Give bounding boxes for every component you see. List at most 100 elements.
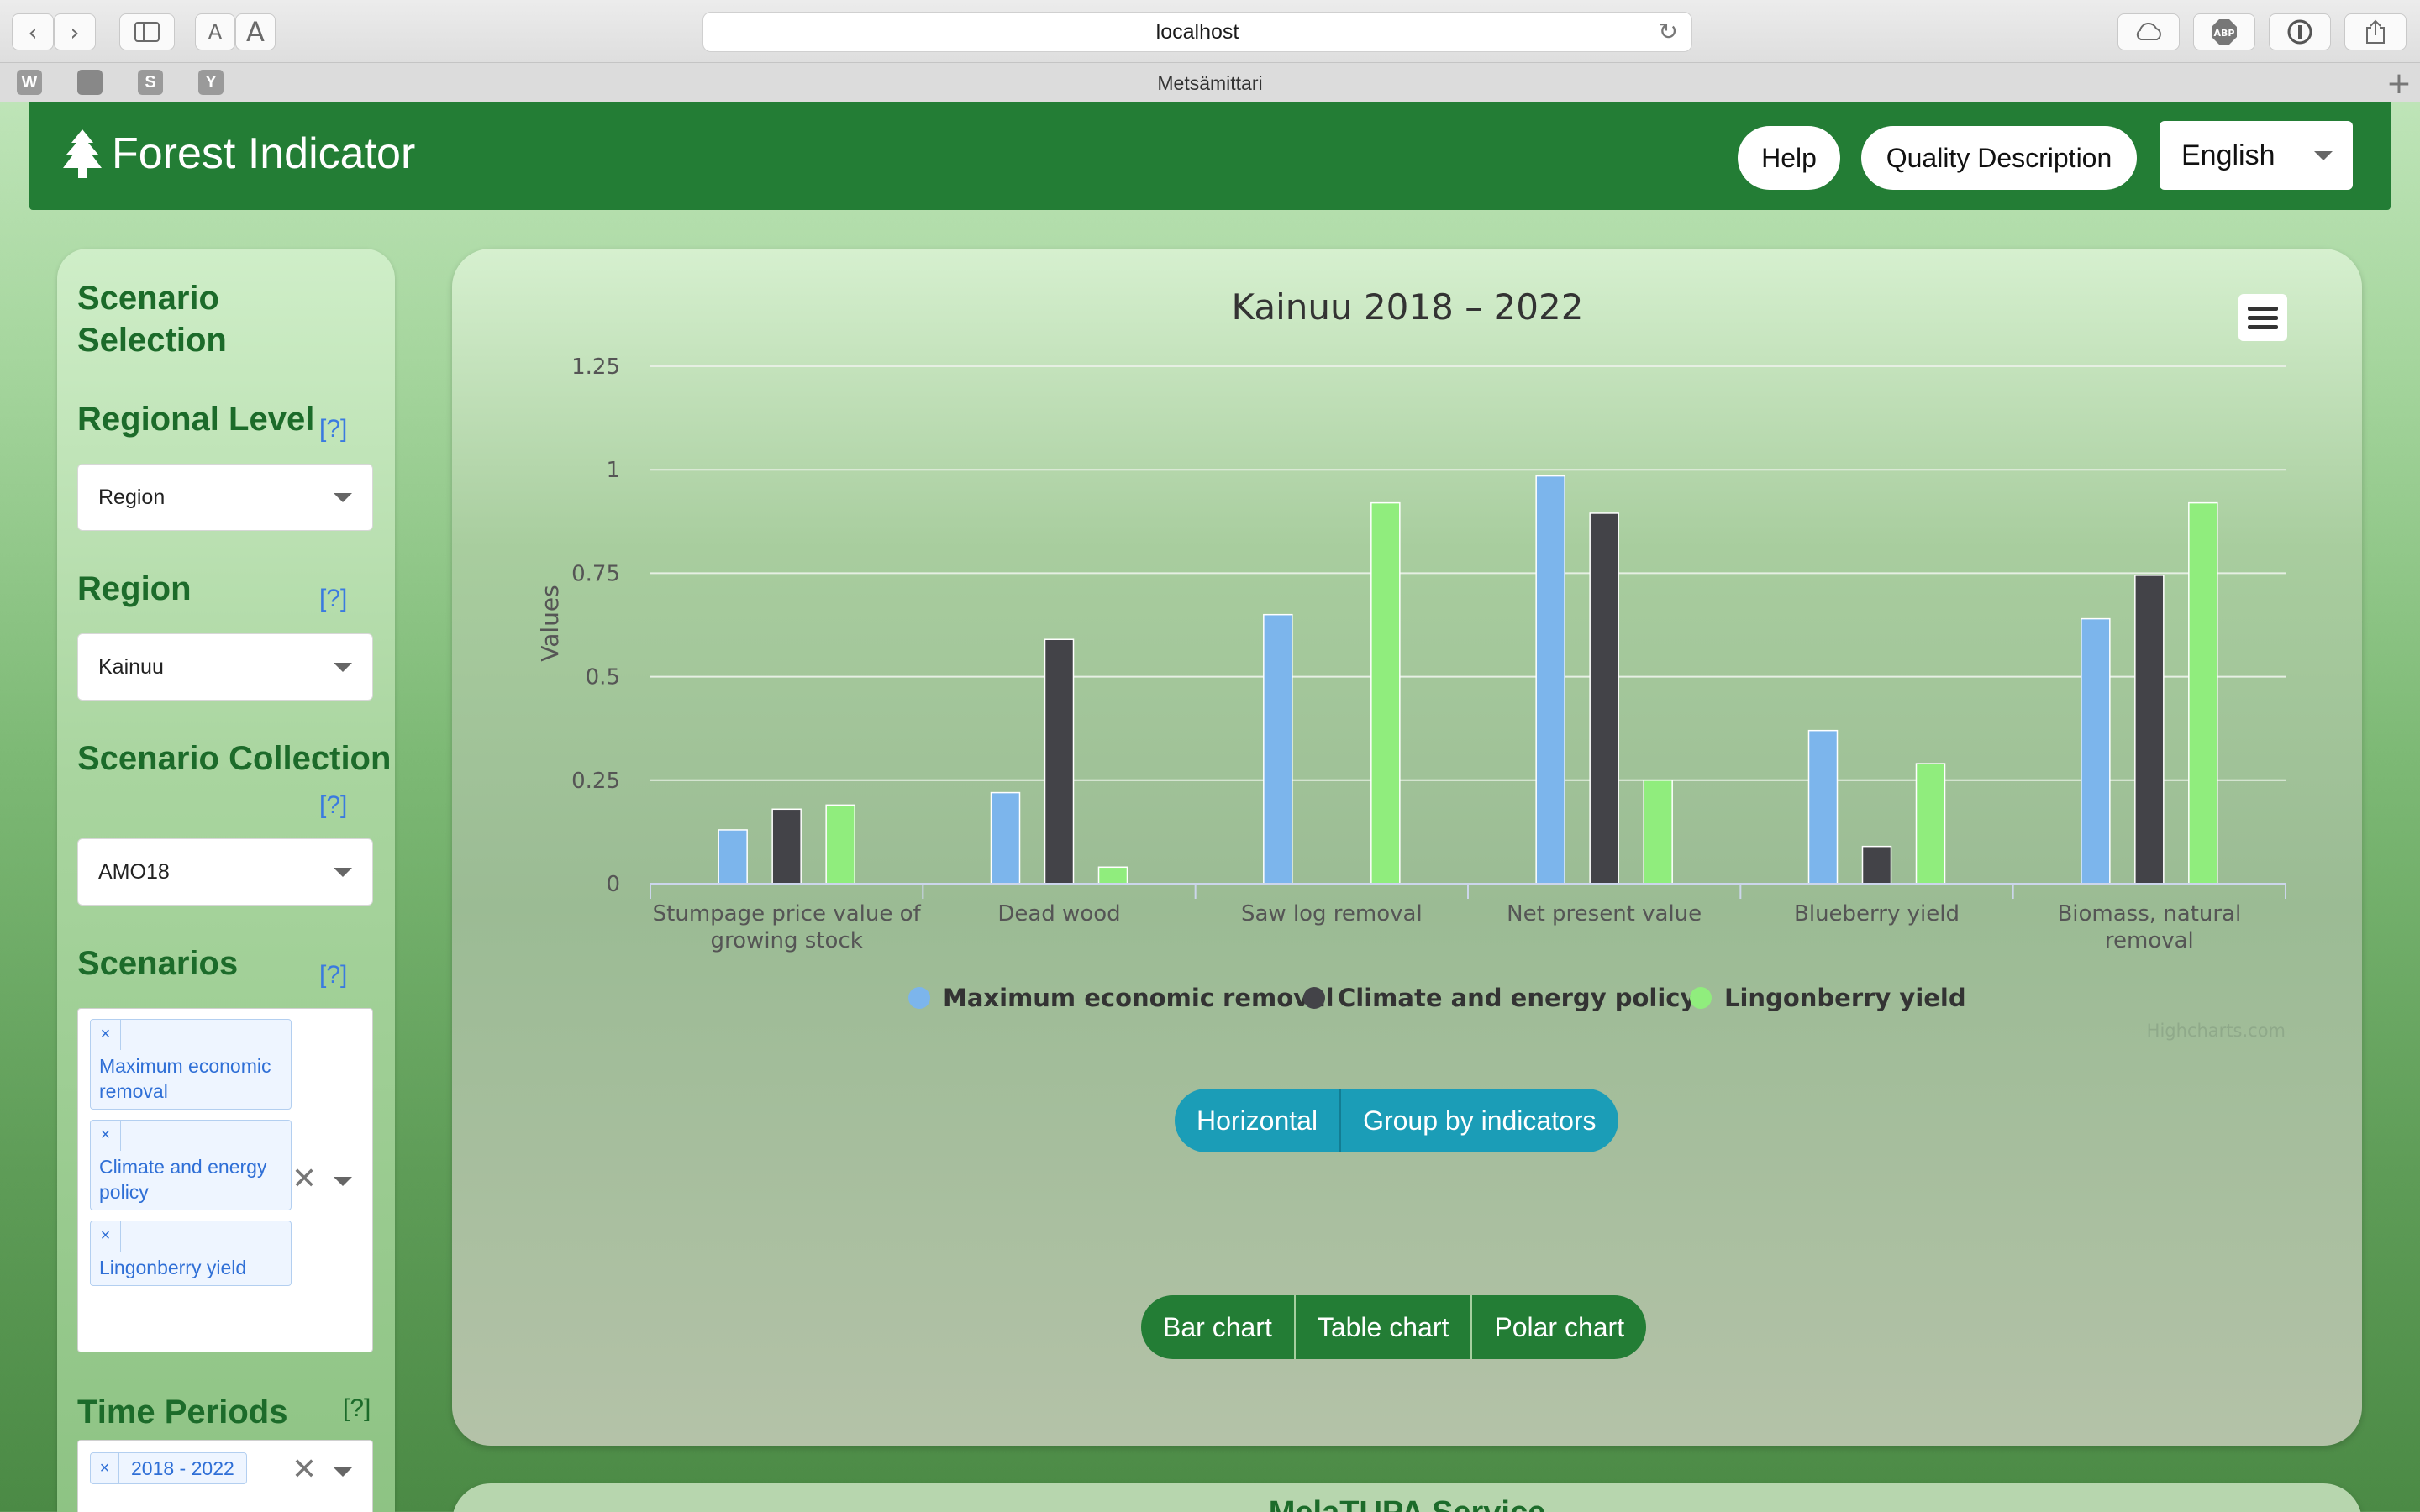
scenarios-multiselect[interactable]: × Maximum economic removal × Climate and… bbox=[77, 1008, 373, 1352]
regional-level-help[interactable]: [?] bbox=[319, 415, 347, 444]
melatupa-title: MelaTUPA Service bbox=[452, 1495, 2362, 1512]
legend-marker bbox=[908, 987, 930, 1009]
scenario-chip-label: Maximum economic removal bbox=[99, 1055, 271, 1102]
bar[interactable] bbox=[1044, 638, 1075, 885]
bar[interactable] bbox=[1535, 475, 1565, 885]
quality-description-button[interactable]: Quality Description bbox=[1861, 126, 2137, 190]
chevron-down-icon bbox=[2314, 151, 2333, 160]
sidebar-toggle-icon[interactable] bbox=[119, 13, 175, 50]
chart-context-menu-button[interactable] bbox=[2238, 294, 2287, 341]
remove-chip-icon[interactable]: × bbox=[91, 1221, 121, 1252]
region-select[interactable]: Kainuu bbox=[77, 633, 373, 701]
menu-icon bbox=[2248, 306, 2278, 311]
forward-icon[interactable]: › bbox=[54, 13, 96, 50]
legend-item[interactable]: Lingonberry yield bbox=[1690, 984, 1966, 1012]
clear-all-icon[interactable]: ✕ bbox=[292, 1452, 317, 1487]
new-tab-icon[interactable]: + bbox=[2386, 66, 2412, 101]
bar[interactable] bbox=[1097, 866, 1128, 885]
bar[interactable] bbox=[2134, 575, 2165, 885]
scenarios-label: Scenarios bbox=[77, 945, 239, 982]
bar[interactable] bbox=[1589, 512, 1619, 885]
bar[interactable] bbox=[718, 829, 748, 885]
chart-credits[interactable]: Highcharts.com bbox=[2147, 1021, 2286, 1041]
tab-title: Metsämittari bbox=[1157, 71, 1263, 94]
address-bar[interactable]: localhost ↻ bbox=[702, 12, 1692, 52]
time-period-chip-label: 2018 - 2022 bbox=[131, 1457, 234, 1479]
bar[interactable] bbox=[1807, 729, 1839, 885]
bookmark-y[interactable]: Y bbox=[198, 70, 224, 95]
back-icon[interactable]: ‹ bbox=[12, 13, 54, 50]
bar[interactable] bbox=[2188, 501, 2218, 885]
bar[interactable] bbox=[771, 808, 802, 885]
bars bbox=[718, 475, 2218, 885]
y-tick-label: 1 bbox=[606, 458, 620, 483]
time-periods-help[interactable]: [?] bbox=[343, 1394, 371, 1423]
x-tick-label: Blueberry yield bbox=[1794, 901, 1960, 927]
address-text: localhost bbox=[1155, 19, 1239, 44]
chevron-down-icon bbox=[334, 868, 352, 877]
browser-chrome: ‹ › A A localhost ↻ ABP W S Y Metsämitta… bbox=[0, 0, 2420, 102]
password-manager-icon[interactable] bbox=[2269, 13, 2331, 50]
chart-title: Kainuu 2018 – 2022 bbox=[1232, 286, 1584, 328]
help-button[interactable]: Help bbox=[1738, 126, 1840, 190]
language-select[interactable]: English bbox=[2160, 121, 2353, 190]
reader-text-larger-button[interactable]: A bbox=[235, 13, 276, 50]
scenario-chip: × Climate and energy policy bbox=[90, 1120, 292, 1210]
polar-chart-button[interactable]: Polar chart bbox=[1470, 1295, 1647, 1359]
scenario-chip: × Lingonberry yield bbox=[90, 1221, 292, 1286]
scenario-collection-help[interactable]: [?] bbox=[319, 791, 347, 820]
scenario-selection-panel: Scenario Selection Regional Level [?] Re… bbox=[57, 249, 395, 1512]
scenarios-help[interactable]: [?] bbox=[319, 961, 347, 990]
group-by-indicators-button[interactable]: Group by indicators bbox=[1339, 1089, 1618, 1152]
app-header: Forest Indicator Help Quality Descriptio… bbox=[29, 102, 2391, 210]
bookmark-blank[interactable] bbox=[77, 70, 103, 95]
brand[interactable]: Forest Indicator bbox=[63, 124, 415, 183]
x-axis: Stumpage price value of growing stock Dead… bbox=[650, 883, 2286, 953]
browser-toolbar: ‹ › A A localhost ↻ ABP bbox=[0, 0, 2420, 62]
bookmark-s[interactable]: S bbox=[138, 70, 163, 95]
bar[interactable] bbox=[1643, 780, 1673, 885]
language-value: English bbox=[2181, 139, 2275, 171]
x-tick-label: Net present value bbox=[1507, 901, 1702, 927]
clear-all-icon[interactable]: ✕ bbox=[292, 1162, 317, 1196]
remove-chip-icon[interactable]: × bbox=[91, 1020, 121, 1050]
y-tick-label: 0.5 bbox=[586, 665, 620, 690]
legend-label: Maximum economic removal bbox=[943, 984, 1334, 1012]
table-chart-button[interactable]: Table chart bbox=[1293, 1295, 1471, 1359]
horizontal-button[interactable]: Horizontal bbox=[1175, 1089, 1340, 1152]
reader-text-smaller-button[interactable]: A bbox=[195, 13, 235, 50]
remove-chip-icon[interactable]: × bbox=[91, 1121, 121, 1151]
remove-chip-icon[interactable]: × bbox=[91, 1453, 119, 1483]
legend-item[interactable]: Climate and energy policy bbox=[1303, 984, 1696, 1012]
scenario-collection-label: Scenario Collection bbox=[77, 740, 392, 777]
bar[interactable] bbox=[1861, 845, 1892, 885]
bar[interactable] bbox=[1263, 613, 1293, 885]
legend-item[interactable]: Maximum economic removal bbox=[908, 984, 1334, 1012]
scenario-collection-select[interactable]: AMO18 bbox=[77, 838, 373, 906]
bar-chart-button[interactable]: Bar chart bbox=[1141, 1295, 1294, 1359]
adblock-icon[interactable]: ABP bbox=[2193, 13, 2255, 50]
regional-level-select[interactable]: Region bbox=[77, 464, 373, 531]
bar[interactable] bbox=[2081, 617, 2111, 885]
x-tick-label: Dead wood bbox=[997, 901, 1120, 927]
y-tick-label: 1.25 bbox=[571, 354, 620, 380]
reload-icon[interactable]: ↻ bbox=[1659, 18, 1678, 45]
region-help[interactable]: [?] bbox=[319, 585, 347, 613]
bar[interactable] bbox=[990, 791, 1021, 885]
cloud-icon[interactable] bbox=[2118, 13, 2180, 50]
chart-view-toggle: Horizontal Group by indicators bbox=[1175, 1089, 1618, 1152]
share-icon[interactable] bbox=[2344, 13, 2407, 50]
x-tick-label: Saw log removal bbox=[1241, 901, 1423, 927]
bookmark-w[interactable]: W bbox=[17, 70, 42, 95]
y-tick-label: 0.25 bbox=[571, 769, 620, 794]
panel-title: Scenario Selection bbox=[77, 280, 227, 359]
chevron-down-icon[interactable] bbox=[334, 1467, 352, 1477]
chevron-down-icon[interactable] bbox=[334, 1177, 352, 1186]
tab-bar: W S Y Metsämittari + bbox=[0, 62, 2420, 102]
bar[interactable] bbox=[1370, 501, 1401, 885]
y-axis-label: Values bbox=[536, 585, 564, 661]
chart-type-switcher: Bar chart Table chart Polar chart bbox=[1141, 1295, 1647, 1359]
bar[interactable] bbox=[825, 804, 855, 885]
bar[interactable] bbox=[1915, 763, 1946, 885]
time-periods-multiselect[interactable]: × 2018 - 2022 ✕ bbox=[77, 1440, 373, 1512]
